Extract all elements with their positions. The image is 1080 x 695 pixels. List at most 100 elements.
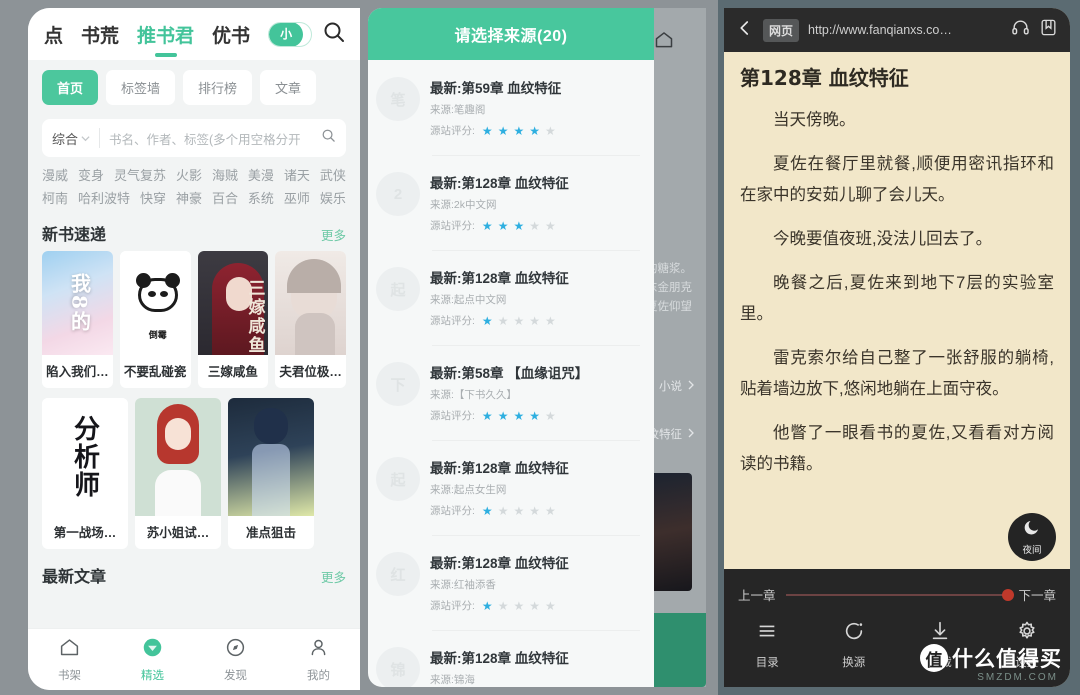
download-icon xyxy=(929,620,951,647)
background-list-row[interactable]: 小说 xyxy=(659,378,696,394)
top-tab-shuhuang[interactable]: 书荒 xyxy=(81,21,119,48)
chevron-right-icon xyxy=(686,428,696,441)
search-submit-icon[interactable] xyxy=(321,128,336,148)
bookmark-icon[interactable] xyxy=(1039,18,1058,42)
search-bar[interactable]: 综合 书名、作者、标签(多个用空格分开 xyxy=(42,119,346,157)
star-icon: ★ xyxy=(497,123,509,138)
sub-tab-articles[interactable]: 文章 xyxy=(260,70,317,105)
book-card[interactable]: 分析师 第一战场… xyxy=(42,398,128,549)
avatar: 笔 xyxy=(376,77,420,121)
tool-settings[interactable]: 设置 xyxy=(984,620,1071,670)
tag-item[interactable]: 海贼 xyxy=(212,165,238,184)
novel-comic-toggle[interactable]: 小说 漫画 xyxy=(268,21,312,47)
list-item[interactable]: 笔 最新:第59章 血纹特征 来源:笔趣阁 源站评分: ★ ★ ★ ★ ★ xyxy=(368,60,654,155)
tool-label: 下载 xyxy=(928,657,952,669)
sub-tab-bar: 首页 标签墙 排行榜 文章 xyxy=(28,60,360,113)
sub-tab-home[interactable]: 首页 xyxy=(42,70,99,105)
sheet-title: 请选择来源(20) xyxy=(368,8,654,60)
book-card[interactable]: 我8的 陷入我们… xyxy=(42,251,113,388)
top-tab-youshu[interactable]: 优书 xyxy=(212,21,250,48)
background-list-row[interactable]: 纹特征 xyxy=(648,426,697,442)
star-rating: ★ ★ ★ ★ ★ xyxy=(482,220,556,232)
tag-item[interactable]: 诸天 xyxy=(284,165,310,184)
book-card[interactable]: 苏小姐试… xyxy=(135,398,221,549)
book-card[interactable]: 夫君位极… xyxy=(275,251,346,388)
book-card[interactable]: 准点狙击 xyxy=(228,398,314,549)
tag-item[interactable]: 巫师 xyxy=(284,188,310,207)
tag-item[interactable]: 武侠 xyxy=(320,165,346,184)
source-name: 来源:【下书久久】 xyxy=(430,389,517,401)
tag-item[interactable]: 哈利波特 xyxy=(78,188,130,207)
toggle-option-comic[interactable]: 漫画 xyxy=(303,23,311,46)
star-icon: ★ xyxy=(497,598,509,613)
tag-item[interactable]: 系统 xyxy=(248,188,274,207)
panel-source-selector: 的糖浆。 东金朋克 夏佐仰望 小说 纹特征 请选择来源(20) 笔 最新:第59… xyxy=(360,0,718,695)
nav-item-featured[interactable]: 精选 xyxy=(111,629,194,690)
list-item[interactable]: 2 最新:第128章 血纹特征 来源:2k中文网 源站评分: ★ ★ ★ ★ ★ xyxy=(368,155,654,250)
url-text[interactable]: http://www.fanqianxs.co… xyxy=(808,23,1002,37)
book-cover: 三嫁咸鱼 xyxy=(197,251,269,355)
bottom-navigation: 书架 精选 发现 我的 xyxy=(28,628,360,690)
next-chapter-button[interactable]: 下一章 xyxy=(1018,585,1056,604)
tag-item[interactable]: 灵气复苏 xyxy=(114,165,166,184)
rating-label: 源站评分: xyxy=(430,600,475,612)
source-name: 来源:笔趣阁 xyxy=(430,104,486,116)
avatar: 2 xyxy=(376,172,420,216)
star-icon: ★ xyxy=(529,503,540,518)
tag-item[interactable]: 百合 xyxy=(212,188,238,207)
section-more-link[interactable]: 更多 xyxy=(321,567,346,586)
tag-item[interactable]: 快穿 xyxy=(140,188,166,207)
section-title: 新书速递 xyxy=(42,227,107,244)
paragraph: 晚餐之后,夏佐来到地下7层的实验室里。 xyxy=(740,274,1054,323)
tag-item[interactable]: 火影 xyxy=(176,165,202,184)
star-icon: ★ xyxy=(529,218,540,233)
list-item[interactable]: 下 最新:第58章 【血缘诅咒】 来源:【下书久久】 源站评分: ★ ★ ★ ★… xyxy=(368,345,654,440)
list-item[interactable]: 红 最新:第128章 血纹特征 来源:红袖添香 源站评分: ★ ★ ★ ★ ★ xyxy=(368,535,654,630)
night-mode-button[interactable]: 夜间 xyxy=(1008,513,1056,561)
search-input[interactable]: 书名、作者、标签(多个用空格分开 xyxy=(109,129,321,148)
top-tab-dian[interactable]: 点 xyxy=(44,21,63,48)
chapter-seek-bar[interactable]: 上一章 下一章 xyxy=(724,579,1070,604)
nav-item-mine[interactable]: 我的 xyxy=(277,629,360,690)
tag-item[interactable]: 漫威 xyxy=(42,165,68,184)
rating-row: 源站评分: ★ ★ ★ ★ ★ xyxy=(430,503,644,518)
tag-item[interactable]: 娱乐 xyxy=(320,188,346,207)
section-header-latest-articles: 最新文章 更多 xyxy=(28,549,360,593)
tag-item[interactable]: 美漫 xyxy=(248,165,274,184)
star-icon: ★ xyxy=(529,123,540,138)
tag-item[interactable]: 柯南 xyxy=(42,188,68,207)
list-item[interactable]: 锦 最新:第128章 血纹特征 来源:锦海 源站评分: ★ ★ ★ ★ ★ xyxy=(368,630,654,687)
headphone-icon[interactable] xyxy=(1011,18,1030,42)
search-icon[interactable] xyxy=(322,20,346,49)
tag-item[interactable]: 变身 xyxy=(78,165,104,184)
star-icon: ★ xyxy=(497,313,509,328)
avatar: 起 xyxy=(376,267,420,311)
progress-thumb[interactable] xyxy=(1002,588,1015,601)
search-category-select[interactable]: 综合 xyxy=(52,129,90,148)
section-more-link[interactable]: 更多 xyxy=(321,225,346,244)
reader-top-bar: 网页 http://www.fanqianxs.co… xyxy=(724,8,1070,52)
tag-item[interactable]: 神豪 xyxy=(176,188,202,207)
sub-tab-ranking[interactable]: 排行榜 xyxy=(183,70,253,105)
prev-chapter-button[interactable]: 上一章 xyxy=(738,585,776,604)
book-card[interactable]: 倒霉 不要乱碰瓷 xyxy=(119,251,191,388)
nav-item-bookshelf[interactable]: 书架 xyxy=(28,629,111,690)
tool-download[interactable]: 下载 xyxy=(897,620,984,670)
home-icon[interactable] xyxy=(654,30,674,55)
top-tab-tuishujun[interactable]: 推书君 xyxy=(137,21,194,48)
tool-change-source[interactable]: 换源 xyxy=(811,620,898,670)
toggle-option-novel[interactable]: 小说 xyxy=(269,22,304,46)
list-item[interactable]: 起 最新:第128章 血纹特征 来源:起点女生网 源站评分: ★ ★ ★ ★ ★ xyxy=(368,440,654,535)
list-item-body: 最新:第128章 血纹特征 来源:2k中文网 源站评分: ★ ★ ★ ★ ★ xyxy=(430,172,644,233)
cover-art-text: 分析师 xyxy=(69,415,100,499)
nav-item-discover[interactable]: 发现 xyxy=(194,629,277,690)
sub-tab-tagwall[interactable]: 标签墙 xyxy=(106,70,176,105)
progress-track[interactable] xyxy=(785,588,1015,601)
book-row-new-2: 分析师 第一战场… 苏小姐试… 准点狙击 xyxy=(28,388,360,549)
tool-catalog[interactable]: 目录 xyxy=(724,620,811,670)
book-card[interactable]: 三嫁咸鱼 三嫁咸鱼 xyxy=(197,251,269,388)
back-arrow-icon[interactable] xyxy=(736,19,754,42)
list-item[interactable]: 起 最新:第128章 血纹特征 来源:起点中文网 源站评分: ★ ★ ★ ★ ★ xyxy=(368,250,654,345)
list-item-body: 最新:第58章 【血缘诅咒】 来源:【下书久久】 源站评分: ★ ★ ★ ★ ★ xyxy=(430,362,644,423)
paragraph: 雷克索尔给自己整了一张舒服的躺椅,贴着墙边放下,悠闲地躺在上面守夜。 xyxy=(740,349,1054,398)
